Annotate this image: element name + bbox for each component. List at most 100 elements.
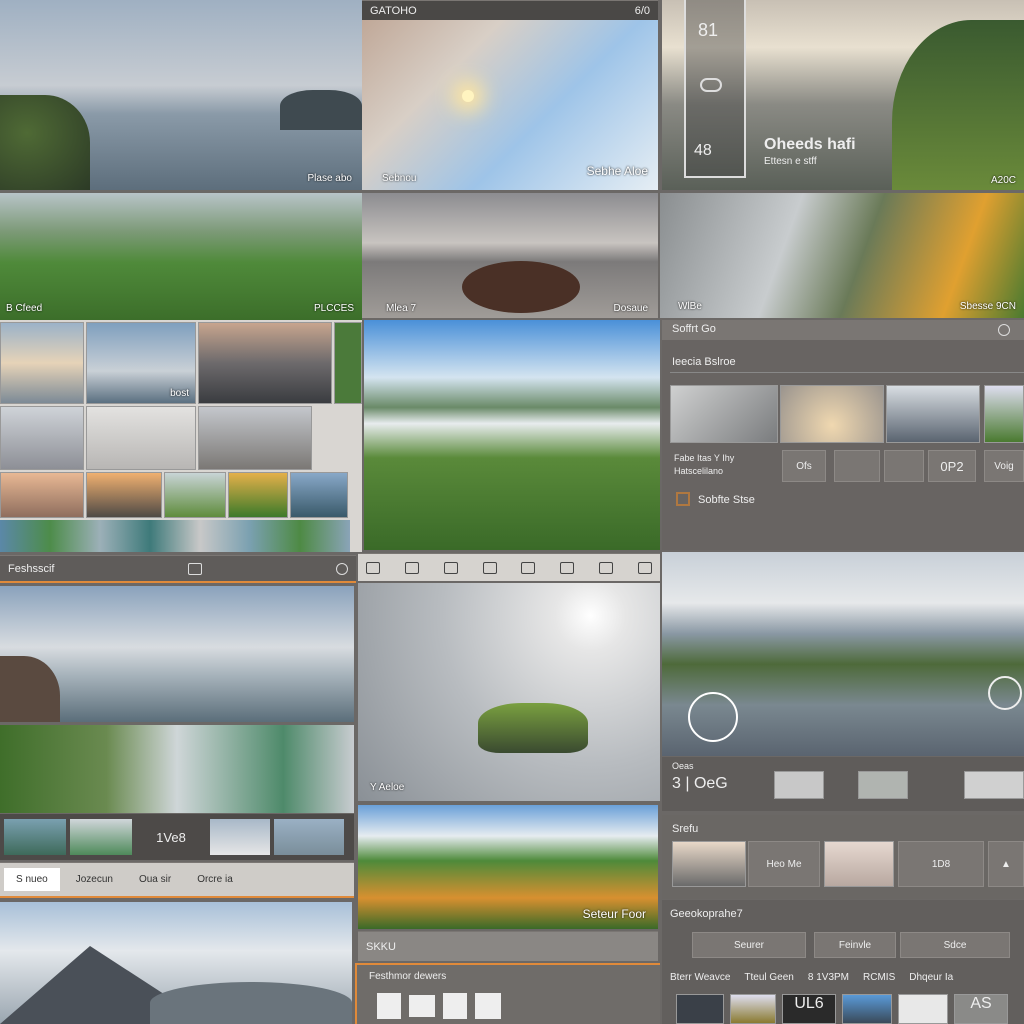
- toolbar: Feshsscif: [0, 555, 356, 583]
- thumbnail[interactable]: [228, 472, 288, 518]
- section-button[interactable]: Feinvle: [814, 932, 896, 958]
- folder-icon[interactable]: [676, 492, 690, 506]
- option-button[interactable]: [884, 450, 924, 482]
- thumbnail[interactable]: [86, 472, 162, 518]
- row-label: Fabe Itas Y Ihy: [674, 453, 735, 463]
- side-number: 48: [694, 142, 712, 159]
- lake-rocks-image[interactable]: Mlea 7 Dosaue: [362, 193, 658, 318]
- image-file-icon[interactable]: [475, 993, 501, 1019]
- option-button[interactable]: 0P2: [928, 450, 976, 482]
- thumbnail[interactable]: [964, 771, 1024, 799]
- thumbnail[interactable]: [164, 472, 226, 518]
- mini-thumbnail-strip[interactable]: [0, 520, 350, 552]
- thumbnail[interactable]: [0, 472, 84, 518]
- tab-3[interactable]: Oua sir: [129, 868, 181, 891]
- info-text: Tteul Geen: [744, 972, 794, 983]
- focus-circle-icon[interactable]: [688, 692, 738, 742]
- thumbnail[interactable]: UL6: [782, 994, 836, 1024]
- thumbnail[interactable]: [886, 385, 980, 443]
- thumbnail-caption: bost: [170, 388, 189, 399]
- folder-icon[interactable]: [409, 995, 435, 1017]
- section-button[interactable]: Seurer: [692, 932, 806, 958]
- strip-label: 1Ve8: [156, 829, 186, 845]
- share-icon[interactable]: [188, 562, 203, 575]
- misty-sea-image[interactable]: [0, 586, 354, 722]
- green-hills-image[interactable]: [0, 725, 354, 813]
- image-caption: Dosaue: [613, 303, 648, 314]
- toolbar-label: Feshsscif: [8, 562, 55, 575]
- fog-island-image[interactable]: Y Aeloe: [358, 583, 660, 801]
- row-label: Hatscelilano: [674, 466, 724, 476]
- export-icon[interactable]: [637, 561, 652, 574]
- tab-4[interactable]: Orcre ia: [187, 868, 243, 891]
- thumbnail[interactable]: [842, 994, 892, 1024]
- thumbnail[interactable]: [780, 385, 884, 443]
- edit-icon[interactable]: [521, 561, 536, 574]
- thumbnail[interactable]: [290, 472, 348, 518]
- camera-icon[interactable]: [988, 676, 1022, 710]
- misty-lake-image[interactable]: 81 48 Oheeds hafi Ettesn e stff A20C: [662, 0, 1024, 190]
- image-caption: Seteur Foor: [582, 907, 646, 921]
- gallery-icon[interactable]: [599, 561, 614, 574]
- section-item[interactable]: 1D8: [898, 841, 984, 887]
- option-button[interactable]: [834, 450, 880, 482]
- image-caption: Y Aeloe: [370, 782, 405, 793]
- album-icon[interactable]: [560, 561, 575, 574]
- meadow-image[interactable]: B Cfeed PLCCES: [0, 193, 362, 320]
- thumbnail[interactable]: [730, 994, 776, 1024]
- thumbnail[interactable]: [858, 771, 908, 799]
- thumbnail[interactable]: AS: [954, 994, 1008, 1024]
- user-icon[interactable]: [998, 324, 1010, 336]
- thumbnail[interactable]: [334, 322, 362, 404]
- share-icon[interactable]: [482, 561, 497, 574]
- thumbnail[interactable]: bost: [86, 322, 196, 404]
- thumbnail[interactable]: [0, 406, 84, 470]
- image-caption: Sebhe Aloe: [586, 164, 648, 178]
- thumbnail[interactable]: [670, 385, 778, 443]
- section-title: Srefu: [672, 823, 699, 835]
- flower-field-image[interactable]: Seteur Foor: [358, 805, 658, 929]
- save-icon[interactable]: [404, 561, 419, 574]
- thumbnail[interactable]: [672, 841, 746, 887]
- image-icon[interactable]: [366, 561, 380, 574]
- search-icon[interactable]: [336, 562, 348, 575]
- thumbnail[interactable]: [86, 406, 196, 470]
- thumbnail[interactable]: [274, 819, 344, 855]
- section-2: Srefu Heo Me 1D8 ▲: [662, 815, 1024, 899]
- section-title: Ieecia Bslroe: [672, 356, 736, 368]
- tab-2[interactable]: Jozecun: [66, 868, 123, 891]
- mountain-image[interactable]: [0, 902, 352, 1024]
- thumbnail[interactable]: [70, 819, 132, 855]
- thumbnail[interactable]: [210, 819, 270, 855]
- architecture-image[interactable]: Sebnou Sebhe Aloe: [362, 20, 658, 190]
- thumbnail[interactable]: [198, 406, 312, 470]
- tab-1[interactable]: S nueo: [4, 868, 60, 891]
- thumbnail[interactable]: [4, 819, 66, 855]
- thumbnail[interactable]: [676, 994, 724, 1024]
- thumbnail[interactable]: [824, 841, 894, 887]
- info-row: Oeas 3 | OeG: [662, 757, 1024, 811]
- thumbnail[interactable]: [984, 385, 1024, 443]
- cloud-icon[interactable]: [700, 78, 722, 92]
- thumbnail[interactable]: [198, 322, 332, 404]
- option-button[interactable]: Ofs: [782, 450, 826, 482]
- thumbnail[interactable]: [774, 771, 824, 799]
- thumbnail[interactable]: [0, 322, 84, 404]
- flower-lake-image[interactable]: WlBe Sbesse 9CN: [660, 193, 1024, 318]
- file-icon[interactable]: [377, 993, 401, 1019]
- panel: Festhmor dewers: [355, 963, 660, 1024]
- image-caption: Plase abo: [307, 173, 352, 184]
- mountain-icon[interactable]: ▲: [988, 841, 1024, 887]
- thumbnail[interactable]: [898, 994, 948, 1024]
- section-item[interactable]: Heo Me: [748, 841, 820, 887]
- section-button[interactable]: Sdce: [900, 932, 1010, 958]
- document-icon[interactable]: [443, 993, 467, 1019]
- meadow-fog-image[interactable]: [364, 320, 660, 550]
- sea-landscape-image[interactable]: Plase abo: [0, 0, 362, 190]
- folder-icon[interactable]: [443, 561, 458, 574]
- info-text: RCMIS: [863, 972, 896, 983]
- image-caption: WlBe: [678, 301, 702, 312]
- option-button[interactable]: Voig: [984, 450, 1024, 482]
- image-caption: Sbesse 9CN: [959, 301, 1016, 312]
- mountain-lake-image[interactable]: [662, 552, 1024, 756]
